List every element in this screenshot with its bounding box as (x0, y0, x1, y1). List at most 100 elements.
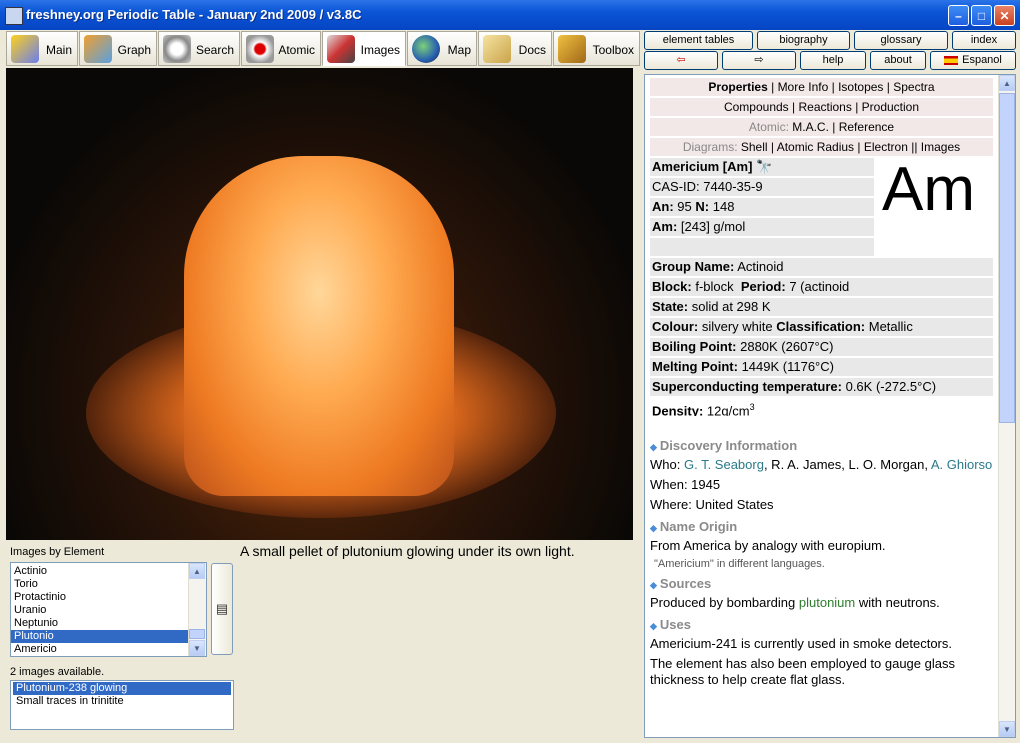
colour-row: Colour: silvery white Classification: Me… (650, 318, 993, 336)
nav-properties[interactable]: Properties (708, 80, 767, 94)
image-browser: Images by Element A small pellet of plut… (0, 540, 640, 743)
atom-icon (246, 35, 274, 63)
element-symbol: Am (882, 155, 975, 224)
list-item[interactable]: Protactinio (11, 591, 206, 604)
element-list[interactable]: Actinio Torio Protactinio Uranio Neptuni… (10, 562, 207, 657)
info-nav-row-3: Atomic: M.A.C. | Reference (650, 118, 993, 136)
list-item[interactable]: Uranio (11, 604, 206, 617)
discovery-place: Where: United States (650, 497, 774, 512)
list-item-selected[interactable]: Plutonium-238 glowing (13, 682, 231, 695)
list-item[interactable]: Small traces in trinitite (13, 695, 231, 708)
nav-atomic-radius[interactable]: Atomic Radius (777, 140, 854, 154)
tab-main[interactable]: Main (6, 31, 78, 66)
uses-text-2: The element has also been employed to ga… (650, 656, 955, 687)
images-by-element-label: Images by Element (10, 546, 105, 558)
element-list-scrollbar[interactable]: ▲ ▼ (188, 563, 206, 656)
seaborg-link[interactable]: G. T. Seaborg (684, 457, 764, 472)
list-item[interactable]: Actinio (11, 565, 206, 578)
uses-heading: ◆ Uses (650, 617, 691, 632)
scroll-down-arrow-icon[interactable]: ▼ (999, 721, 1015, 737)
nav-electron[interactable]: Electron (864, 140, 908, 154)
nav-compounds[interactable]: Compounds (724, 100, 789, 114)
image-caption: A small pellet of plutonium glowing unde… (240, 543, 575, 559)
info-panel-scrollbar[interactable]: ▲ ▼ (998, 75, 1015, 737)
blank-row (650, 238, 874, 256)
help-button[interactable]: help (800, 51, 866, 70)
document-icon: ▤ (215, 601, 229, 616)
scroll-up-arrow-icon[interactable]: ▲ (999, 75, 1015, 91)
info-nav-row-2: Compounds | Reactions | Production (650, 98, 993, 116)
graph-icon (84, 35, 112, 63)
main-icon (11, 35, 39, 63)
minimize-button[interactable]: – (948, 5, 969, 26)
nav-more-info[interactable]: More Info (778, 80, 829, 94)
info-nav-row-1: Properties | More Info | Isotopes | Spec… (650, 78, 993, 96)
uses-text-1: Americium-241 is currently used in smoke… (650, 636, 953, 651)
bullet-icon: ◆ (650, 442, 657, 452)
list-item[interactable]: Americio (11, 643, 206, 656)
tab-graph[interactable]: Graph (79, 31, 157, 66)
scroll-down-arrow-icon[interactable]: ▼ (189, 640, 205, 656)
nav-shell[interactable]: Shell (741, 140, 768, 154)
scroll-thumb[interactable] (999, 93, 1015, 423)
images-icon (327, 35, 355, 63)
back-arrow-icon[interactable]: ⇦ (644, 51, 718, 70)
tab-docs[interactable]: Docs (478, 31, 552, 66)
name-origin-heading: ◆ Name Origin (650, 519, 738, 534)
title-bar: freshney.org Periodic Table - January 2n… (0, 0, 1020, 30)
tab-atomic[interactable]: Atomic (241, 31, 321, 66)
nav-isotopes[interactable]: Isotopes (838, 80, 883, 94)
about-button[interactable]: about (870, 51, 926, 70)
element-name-row: Americium [Am] 🔭 (650, 158, 874, 176)
forward-arrow-icon[interactable]: ⇨ (722, 51, 796, 70)
block-row: Block: f-block Period: 7 (actinoid (650, 278, 993, 296)
close-button[interactable]: ✕ (994, 5, 1015, 26)
discovery-heading: ◆ Discovery Information (650, 438, 798, 453)
maximize-button[interactable]: □ (971, 5, 992, 26)
languages-link[interactable]: "Americium" in different languages. (654, 558, 993, 570)
bullet-icon: ◆ (650, 580, 657, 590)
image-list[interactable]: Plutonium-238 glowing Small traces in tr… (10, 680, 234, 730)
bullet-icon: ◆ (650, 523, 657, 533)
element-info-panel: Properties | More Info | Isotopes | Spec… (644, 74, 1016, 738)
espanol-button[interactable]: Espanol (930, 51, 1016, 70)
state-row: State: solid at 298 K (650, 298, 993, 316)
toolbox-icon (558, 35, 586, 63)
biography-button[interactable]: biography (757, 31, 850, 50)
discoverers: Who: G. T. Seaborg, R. A. James, L. O. M… (650, 457, 993, 472)
plutonium-pellet (184, 156, 454, 496)
tab-images[interactable]: Images (322, 31, 406, 66)
glossary-button[interactable]: glossary (854, 31, 948, 50)
document-button[interactable]: ▤ (211, 563, 233, 655)
bullet-icon: ◆ (650, 621, 657, 631)
tab-toolbox[interactable]: Toolbox (553, 31, 640, 66)
list-item[interactable]: Neptunio (11, 617, 206, 630)
tab-map[interactable]: Map (407, 31, 477, 66)
element-tables-button[interactable]: element tables (644, 31, 753, 50)
nav-spectra[interactable]: Spectra (893, 80, 934, 94)
discovery-year: When: 1945 (650, 477, 721, 492)
scroll-thumb[interactable] (189, 629, 205, 639)
nav-reference[interactable]: Reference (839, 120, 894, 134)
sources-heading: ◆ Sources (650, 576, 712, 591)
list-item[interactable]: Torio (11, 578, 206, 591)
group-row: Group Name: Actinoid (650, 258, 993, 276)
atomic-mass-row: Am: [243] g/mol (650, 218, 874, 236)
scroll-up-arrow-icon[interactable]: ▲ (189, 563, 205, 579)
density-row: Density: 12g/cm3 (650, 398, 993, 416)
search-icon (163, 35, 191, 63)
binoculars-icon[interactable]: 🔭 (756, 159, 772, 174)
list-item-selected[interactable]: Plutonio (11, 630, 206, 643)
ghiorso-link[interactable]: A. Ghiorso (931, 457, 992, 472)
tab-search[interactable]: Search (158, 31, 240, 66)
boiling-point-row: Boiling Point: 2880K (2607°C) (650, 338, 993, 356)
nav-images[interactable]: Images (921, 140, 960, 154)
plutonium-link[interactable]: plutonium (799, 595, 855, 610)
nav-production[interactable]: Production (862, 100, 919, 114)
nav-reactions[interactable]: Reactions (798, 100, 851, 114)
nav-mac[interactable]: M.A.C. (792, 120, 829, 134)
spain-flag-icon (944, 55, 959, 65)
images-available-label: 2 images available. (10, 666, 105, 678)
superconducting-row: Superconducting temperature: 0.6K (-272.… (650, 378, 993, 396)
index-button[interactable]: index (952, 31, 1016, 50)
